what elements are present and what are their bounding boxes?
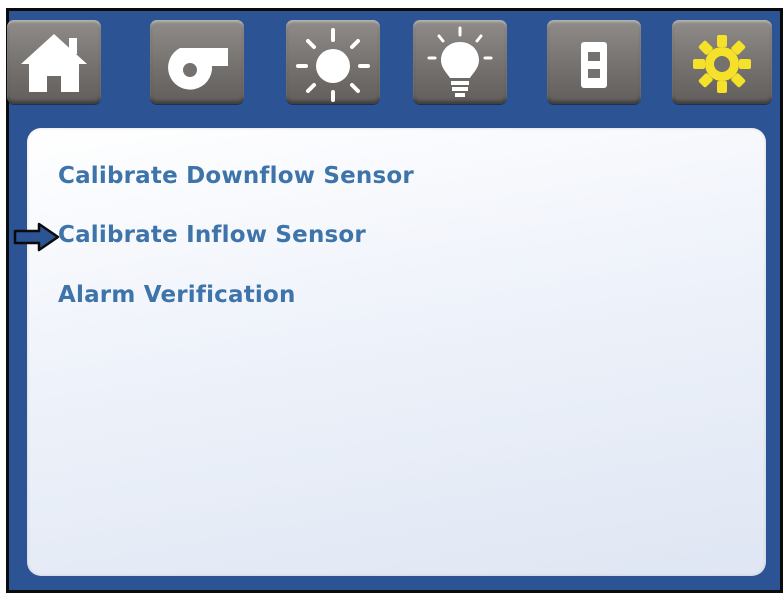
tab-settings[interactable] xyxy=(672,20,772,104)
menu-panel xyxy=(27,128,766,576)
selection-arrow-icon xyxy=(13,222,60,252)
menu-item-alarm-verification[interactable]: Alarm Verification xyxy=(58,282,296,308)
tab-uv-light[interactable] xyxy=(286,20,380,104)
power-outlet-icon xyxy=(581,42,607,88)
home-icon xyxy=(21,34,87,92)
blower-fan-icon xyxy=(168,48,228,90)
menu-item-calibrate-inflow-sensor[interactable]: Calibrate Inflow Sensor xyxy=(58,222,366,248)
menu-item-calibrate-downflow-sensor[interactable]: Calibrate Downflow Sensor xyxy=(58,163,414,189)
tab-outlet[interactable] xyxy=(547,20,641,104)
tab-light[interactable] xyxy=(413,20,507,104)
top-toolbar xyxy=(7,20,777,108)
sun-icon xyxy=(296,28,370,102)
gear-icon xyxy=(693,35,751,93)
tab-home[interactable] xyxy=(7,20,101,104)
light-bulb-icon xyxy=(427,26,493,97)
tab-blower[interactable] xyxy=(150,20,244,104)
